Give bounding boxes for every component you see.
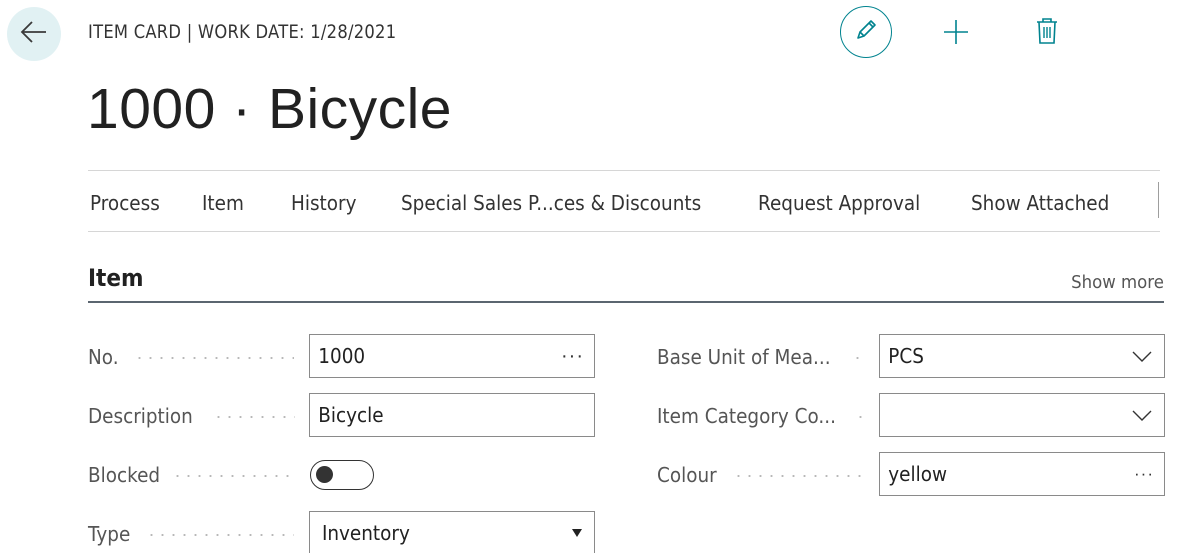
assist-edit-button[interactable]: ··· xyxy=(1134,453,1154,495)
leader-dots xyxy=(733,475,867,477)
show-more-link[interactable]: Show more xyxy=(1071,272,1164,293)
action-process[interactable]: Process xyxy=(90,191,160,215)
action-history[interactable]: History xyxy=(291,191,356,215)
action-bar-overflow-divider xyxy=(1158,182,1159,218)
action-bar-top-divider xyxy=(88,170,1160,171)
item-card-page: ITEM CARD | WORK DATE: 1/28/2021 1000 · … xyxy=(0,0,1188,553)
action-bar-bottom-divider xyxy=(88,231,1160,232)
field-label-item-category-code: Item Category Co... xyxy=(657,404,836,428)
no-field[interactable]: 1000 ··· xyxy=(309,334,595,378)
type-select[interactable]: Inventory xyxy=(309,511,595,553)
blocked-toggle[interactable] xyxy=(310,460,374,490)
description-field[interactable]: Bicycle xyxy=(309,393,595,437)
back-button[interactable] xyxy=(7,7,61,61)
leader-dots xyxy=(213,416,295,418)
leader-dots xyxy=(172,475,294,477)
page-caption: ITEM CARD | WORK DATE: 1/28/2021 xyxy=(88,21,397,43)
ellipsis-icon: ··· xyxy=(1134,464,1154,483)
field-label-base-unit-of-measure: Base Unit of Mea... xyxy=(657,345,831,369)
action-request-approval[interactable]: Request Approval xyxy=(758,191,920,215)
dropdown-button[interactable] xyxy=(1132,394,1152,436)
section-title-item: Item xyxy=(88,264,144,292)
leader-dots xyxy=(852,357,866,359)
field-label-type: Type xyxy=(88,522,131,546)
trash-icon xyxy=(1035,17,1059,50)
edit-button[interactable] xyxy=(840,6,892,58)
base-unit-of-measure-value: PCS xyxy=(888,344,924,368)
delete-button[interactable] xyxy=(1034,17,1060,50)
leader-dots xyxy=(146,534,294,536)
chevron-down-icon xyxy=(1132,410,1152,421)
page-title: 1000 · Bicycle xyxy=(87,77,453,141)
new-button[interactable] xyxy=(940,18,972,50)
pencil-icon xyxy=(853,17,879,48)
colour-field[interactable]: yellow ··· xyxy=(879,452,1165,496)
dropdown-button[interactable] xyxy=(572,512,582,553)
plus-icon xyxy=(941,17,971,52)
assist-edit-button[interactable]: ··· xyxy=(561,335,584,377)
arrow-left-icon xyxy=(20,20,48,48)
leader-dots xyxy=(855,416,867,418)
chevron-down-icon xyxy=(1132,351,1152,362)
action-show-attached[interactable]: Show Attached xyxy=(971,191,1109,215)
description-field-value: Bicycle xyxy=(318,403,384,427)
colour-field-value: yellow xyxy=(888,462,948,486)
item-category-code-select[interactable] xyxy=(879,393,1165,437)
action-item[interactable]: Item xyxy=(202,191,244,215)
type-select-value: Inventory xyxy=(321,521,410,545)
dropdown-button[interactable] xyxy=(1132,335,1152,377)
field-label-colour: Colour xyxy=(657,463,717,487)
caret-down-icon xyxy=(572,529,582,537)
field-label-blocked: Blocked xyxy=(88,463,161,487)
leader-dots xyxy=(134,357,294,359)
toggle-knob xyxy=(316,466,333,483)
ellipsis-icon: ··· xyxy=(561,344,584,367)
field-label-no: No. xyxy=(88,345,119,369)
no-field-value: 1000 xyxy=(318,344,366,368)
section-divider xyxy=(88,301,1164,303)
base-unit-of-measure-select[interactable]: PCS xyxy=(879,334,1165,378)
action-special-sales-prices-discounts[interactable]: Special Sales P...ces & Discounts xyxy=(401,191,701,215)
action-bar: Process Item History Special Sales P...c… xyxy=(88,172,1178,230)
field-label-description: Description xyxy=(88,404,193,428)
